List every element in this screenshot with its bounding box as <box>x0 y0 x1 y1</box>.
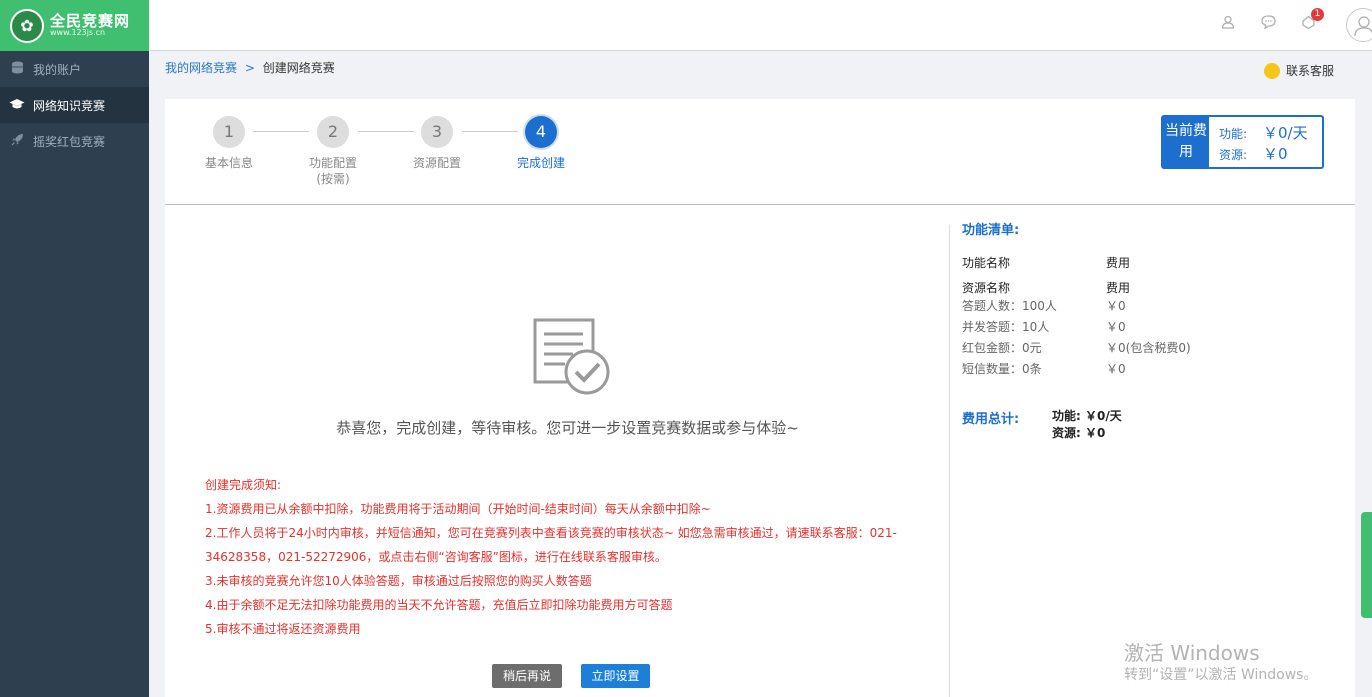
creation-notes: 创建完成须知: 1.资源费用已从余额中扣除，功能费用将于活动期间（开始时间-结束… <box>205 473 905 641</box>
resource-table-header: 资源名称 费用 <box>962 281 1131 295</box>
sidebar-item-label: 网络知识竞赛 <box>33 98 106 113</box>
document-check-icon <box>533 318 611 401</box>
step-label: 功能配置 <box>308 156 357 170</box>
step-number: 2 <box>317 116 349 148</box>
contact-service-button[interactable]: 联系客服 <box>1263 62 1334 79</box>
resource-row: 短信数量：0条 ￥0 <box>962 362 1126 376</box>
note-item: 1.资源费用已从余额中扣除，功能费用将于活动期间（开始时间-结束时间）每天从余额… <box>205 502 711 516</box>
fee-resource-label: 资源: <box>1219 148 1248 162</box>
fee-total-resource: 资源: ￥0 <box>1052 426 1106 440</box>
fee-resource-value: ￥0 <box>1263 145 1288 163</box>
resource-row: 红包金额：0元 ￥0(包含税费0) <box>962 341 1191 355</box>
activation-watermark-title: 激活 Windows <box>1124 641 1260 665</box>
note-item: 4.由于余额不足无法扣除功能费用的当天不允许答题，充值后立即扣除功能费用方可答题 <box>205 598 673 612</box>
avatar[interactable] <box>1346 8 1372 42</box>
step-label: 完成创建 <box>516 156 565 170</box>
palm-tree-icon: ✿ <box>10 8 44 43</box>
main-card: 1 基本信息 2 功能配置 (按需) 3 资源配置 4 完成创建 当前费用 功能… <box>165 99 1355 697</box>
later-button[interactable]: 稍后再说 <box>492 664 562 688</box>
database-icon <box>8 61 26 77</box>
note-item: 5.审核不通过将返还资源费用 <box>205 622 361 636</box>
contact-service-label: 联系客服 <box>1285 64 1334 78</box>
fee-function-label: 功能: <box>1219 127 1248 141</box>
note-item: 2.工作人员将于24小时内审核，并短信通知，您可在竞赛列表中查看该竞赛的审核状态… <box>205 526 897 564</box>
breadcrumb-separator: > <box>244 61 255 75</box>
notification-badge: 1 <box>1311 8 1324 21</box>
logo-url: www.123js.cn <box>50 28 106 38</box>
steps-bar: 1 基本信息 2 功能配置 (按需) 3 资源配置 4 完成创建 当前费用 功能… <box>165 99 1355 205</box>
activation-watermark-text: 转到“设置”以激活 Windows。 <box>1124 667 1318 683</box>
sidebar-item-network-quiz[interactable]: 网络知识竞赛 <box>0 87 149 123</box>
chat-icon[interactable] <box>1259 15 1277 33</box>
user-icon[interactable] <box>1219 15 1237 33</box>
notification-icon[interactable]: 1 <box>1299 8 1324 33</box>
sidebar-item-label: 摇奖红包竞赛 <box>33 134 106 149</box>
step-complete: 4 完成创建 <box>501 116 581 171</box>
feature-list-title: 功能清单: <box>962 223 1020 238</box>
step-sublabel: (按需) <box>316 172 350 186</box>
step-label: 资源配置 <box>412 156 461 170</box>
function-table-header: 功能名称 费用 <box>962 256 1131 270</box>
sidebar: ✿ 全民竞赛网 www.123js.cn 我的账户 网络知识竞赛 摇奖红包竞赛 <box>0 0 149 697</box>
step-number: 1 <box>213 116 245 148</box>
resource-row: 答题人数：100人 ￥0 <box>962 299 1126 313</box>
sidebar-item-lottery-quiz[interactable]: 摇奖红包竞赛 <box>0 123 149 159</box>
breadcrumb-parent-link[interactable]: 我的网络竞赛 <box>165 61 237 75</box>
breadcrumb-current: 创建网络竞赛 <box>262 61 335 75</box>
logo[interactable]: ✿ 全民竞赛网 www.123js.cn <box>0 0 149 51</box>
graduation-cap-icon <box>8 98 26 113</box>
step-label: 基本信息 <box>204 156 253 170</box>
step-function-config: 2 功能配置 (按需) <box>293 116 373 187</box>
breadcrumb: 我的网络竞赛 > 创建网络竞赛 <box>165 59 335 76</box>
current-fee-box: 当前费用 功能: ￥0/天 资源: ￥0 <box>1161 115 1324 169</box>
logo-name: 全民竞赛网 <box>50 11 131 30</box>
step-number: 3 <box>421 116 453 148</box>
customer-service-icon <box>1263 62 1280 79</box>
sidebar-item-label: 我的账户 <box>33 62 82 77</box>
rocket-icon <box>8 133 26 149</box>
current-fee-title: 当前费用 <box>1163 117 1209 167</box>
feature-list-panel: 功能清单: 功能名称 费用 资源名称 费用 答题人数：100人 ￥0 并发答题：… <box>962 219 1342 442</box>
step-resource-config: 3 资源配置 <box>397 116 477 171</box>
step-number: 4 <box>525 116 557 148</box>
resource-row: 并发答题：10人 ￥0 <box>962 320 1126 334</box>
fee-total-function: 功能: ￥0/天 <box>1052 409 1122 423</box>
top-header: 1 <box>149 0 1372 51</box>
congrats-message: 恭喜您，完成创建，等待审核。您可进一步设置竞赛数据或参与体验~ <box>336 419 799 437</box>
panel-divider <box>949 225 950 697</box>
fee-total: 费用总计: 功能: ￥0/天 资源: ￥0 <box>962 408 1342 442</box>
note-item: 3.未审核的竞赛允许您10人体验答题，审核通过后按照您的购买人数答题 <box>205 574 592 588</box>
fee-total-label: 费用总计: <box>962 412 1020 427</box>
setup-now-button[interactable]: 立即设置 <box>581 664 650 688</box>
sidebar-item-my-account[interactable]: 我的账户 <box>0 51 149 87</box>
step-basic-info: 1 基本信息 <box>189 116 269 171</box>
notes-title: 创建完成须知: <box>205 478 282 492</box>
fee-function-value: ￥0/天 <box>1263 124 1308 142</box>
online-consult-tab[interactable] <box>1361 512 1372 618</box>
